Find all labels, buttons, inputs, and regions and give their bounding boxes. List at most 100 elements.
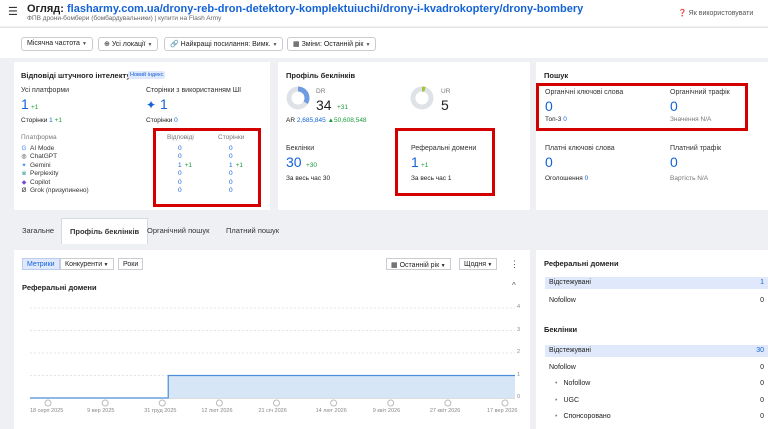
backlinks-value[interactable]: 30: [286, 154, 302, 170]
platform-row[interactable]: ✦ Gemini: [21, 161, 51, 170]
changes-label: Зміни: Останній рік: [301, 41, 364, 48]
platform-row[interactable]: ◆ Copilot: [21, 178, 51, 187]
paid-traffic-value[interactable]: 0: [670, 154, 678, 170]
summary-row[interactable]: Nofollow 0: [545, 295, 768, 307]
page-url-link[interactable]: flasharmy.com.ua/drony-reb-dron-detektor…: [67, 3, 583, 15]
tab-paid-search[interactable]: Платний пошук: [226, 226, 279, 235]
paid-traffic-label: Платний трафік: [670, 145, 722, 152]
platform-name: Copilot: [30, 178, 51, 186]
changes-dropdown[interactable]: ▦ Зміни: Останній рік ▼: [287, 37, 377, 51]
summary-row[interactable]: • UGC 0: [545, 395, 768, 407]
platform-row[interactable]: ◎ ChatGPT: [21, 153, 57, 161]
tab-backlink-profile[interactable]: Профіль беклінків: [61, 218, 149, 244]
pages-ai-sub-row: Сторінки 0: [146, 117, 178, 124]
x-marker: [501, 399, 509, 407]
tab-organic-search[interactable]: Органічний пошук: [147, 226, 209, 235]
top-bar: ☰ Огляд: flasharmy.com.ua/drony-reb-dron…: [0, 0, 768, 26]
highlight-box-search: [536, 83, 748, 131]
competitors-toggle[interactable]: Конкуренти ▼: [60, 258, 114, 270]
bullet-icon: •: [555, 380, 558, 387]
metrics-toggle[interactable]: Метрики: [22, 258, 60, 270]
frequency-dropdown[interactable]: Місячна частота ▼: [21, 37, 93, 51]
platform-name: Gemini: [30, 161, 51, 169]
platform-row[interactable]: ※ Perplexity: [21, 170, 58, 178]
ads-row: Оголошення 0: [545, 175, 588, 182]
x-marker: [444, 399, 452, 407]
platform-name: AI Mode: [30, 145, 55, 152]
ads-value[interactable]: 0: [585, 175, 589, 182]
best-links-label: Найкращі посилання: Вимк.: [180, 41, 271, 48]
years-toggle[interactable]: Роки: [118, 258, 144, 270]
pages-value[interactable]: 1: [49, 117, 53, 124]
platform-icon: ✦: [21, 162, 27, 169]
y-tick-label: 2: [517, 349, 521, 355]
y-tick-label: 4: [517, 304, 521, 310]
summary-row[interactable]: Відстежувані 30: [545, 345, 768, 357]
all-platforms-delta: +1: [31, 104, 39, 111]
ai-panel-title: Відповіді штучного інтелекту: [21, 71, 131, 80]
interval-dropdown[interactable]: Щодня ▼: [459, 258, 498, 270]
summary-row[interactable]: • Спонсоровано 0: [545, 411, 768, 423]
x-marker: [330, 399, 338, 407]
x-tick-label: 21 січ 2026: [258, 408, 287, 414]
summary-row[interactable]: Відстежувані 1: [545, 277, 768, 289]
series-area: [168, 375, 515, 398]
chevron-down-icon: ▼: [81, 41, 87, 47]
ar-value[interactable]: 2,685,845: [297, 117, 326, 124]
chevron-down-icon: ▼: [439, 263, 446, 269]
platform-icon: ◎: [21, 154, 27, 161]
x-tick-label: 27 квіт 2026: [429, 408, 461, 414]
platform-icon: ◆: [21, 179, 27, 186]
paid-kw-value[interactable]: 0: [545, 154, 553, 170]
ur-label: UR: [441, 88, 451, 95]
ar-delta: ▲50,608,548: [327, 117, 367, 124]
x-marker: [158, 399, 166, 407]
summary-row-value: 0: [760, 363, 764, 371]
all-platforms-label: Усі платформи: [21, 87, 70, 94]
chevron-down-icon: ▼: [486, 262, 493, 268]
pages-ai-value[interactable]: ✦ 1: [146, 96, 168, 112]
pages-ai-sub-value[interactable]: 0: [174, 117, 178, 124]
x-marker: [215, 399, 223, 407]
summary-row-value: 0: [760, 297, 764, 304]
ref-domains-chart: [30, 307, 515, 407]
x-marker: [101, 399, 109, 407]
chevron-up-icon[interactable]: ^: [512, 281, 516, 290]
ar-row: AR 2,685,845 ▲50,608,548: [286, 117, 367, 124]
backlinks-all-time-value: 30: [322, 175, 331, 182]
period-label: Останній рік: [399, 262, 440, 269]
x-tick-label: 9 квіт 2026: [372, 408, 401, 414]
pages-ai-sub-label: Сторінки: [146, 117, 173, 124]
help-link[interactable]: ❓ Як використовувати: [678, 9, 753, 17]
x-tick-label: 12 лют 2026: [201, 408, 233, 414]
platform-name: ChatGPT: [30, 153, 58, 161]
y-tick-label: 1: [517, 371, 521, 378]
calendar-icon: ▦: [293, 41, 300, 48]
period-dropdown[interactable]: ▦ Останній рік ▼: [386, 258, 451, 270]
platform-icon: ※: [21, 171, 27, 178]
summary-row-label: Відстежувані: [549, 279, 591, 286]
platform-row[interactable]: Ø Grok (призупинено): [21, 187, 89, 195]
competitors-label: Конкуренти: [65, 261, 103, 268]
x-marker: [273, 399, 280, 407]
location-dropdown[interactable]: ⊕ Усі локації ▼: [98, 37, 159, 51]
backlinks-all-time-label: За весь час: [286, 175, 322, 182]
pages-ai-number: 1: [159, 96, 168, 112]
more-options-icon[interactable]: ⋮: [510, 259, 519, 270]
best-links-dropdown[interactable]: 🔗 Найкращі посилання: Вимк. ▼: [164, 37, 284, 51]
summary-row[interactable]: • Nofollow 0: [545, 378, 768, 390]
x-tick-label: 31 груд 2025: [144, 408, 177, 414]
menu-icon[interactable]: ☰: [8, 5, 18, 18]
title-prefix: Огляд:: [27, 3, 64, 15]
filter-bar: Місячна частота ▼ ⊕ Усі локації ▼ 🔗 Найкра…: [0, 27, 768, 58]
page-title: Огляд: flasharmy.com.ua/drony-reb-dron-d…: [27, 3, 583, 15]
location-label: Усі локації: [111, 41, 146, 48]
platform-row[interactable]: G AI Mode: [21, 145, 55, 153]
summary-row[interactable]: Nofollow 0: [545, 362, 768, 374]
ads-label: Оголошення: [545, 175, 583, 182]
calendar-icon: ▦: [391, 262, 398, 269]
tab-overview[interactable]: Загальне: [22, 226, 54, 235]
globe-icon: ⊕: [104, 41, 110, 48]
platform-icon: Ø: [21, 188, 27, 194]
all-platforms-value[interactable]: 1: [21, 96, 29, 112]
